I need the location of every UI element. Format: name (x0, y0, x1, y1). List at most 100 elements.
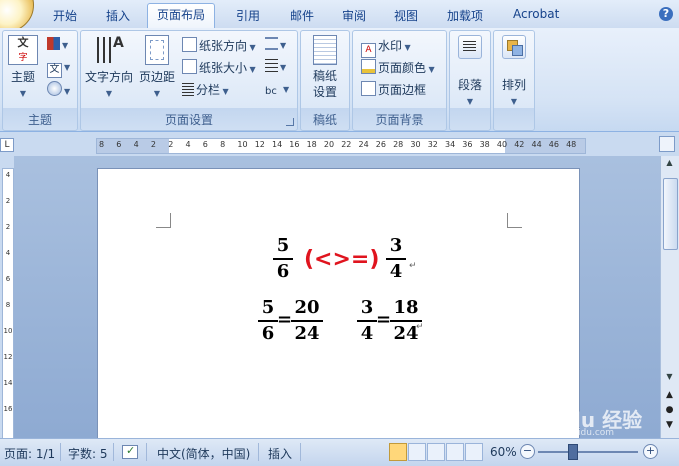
arrange-button[interactable]: 排列 ▼ (496, 35, 532, 107)
document-page[interactable]: 5 6 (<>=) 3 4 ↵ 5 6 = 20 24 3 4 = 18 24 … (97, 168, 580, 450)
word-count[interactable]: 字数: 5 (68, 445, 108, 462)
proofing-icon[interactable]: ✓ (122, 444, 138, 462)
vertical-ruler-tick-label: 6 (5, 275, 11, 283)
margins-label: 页边距 (138, 70, 175, 84)
themes-button[interactable]: 文字 主题 ▼ (6, 35, 40, 99)
page-color-label: 页面颜色 (378, 61, 427, 75)
theme-group: 文字 主题 ▼ ▼ 文 ▼ ▼ 主题 (2, 30, 78, 131)
margins-button[interactable]: 页边距 ▼ (137, 35, 177, 99)
orientation-icon (182, 37, 197, 52)
view-ruler-icon[interactable] (659, 136, 675, 152)
full-screen-reading-view-button[interactable] (408, 443, 426, 461)
fraction-b: 20 24 (291, 297, 323, 345)
tab-references[interactable]: 引用 (236, 7, 260, 24)
tab-page-layout[interactable]: 页面布局 (147, 3, 216, 29)
breaks-icon (265, 37, 278, 50)
text-direction-button[interactable]: A 文字方向 ▼ (83, 35, 135, 99)
hyphenation-button[interactable]: bc ▼ (265, 81, 289, 98)
tab-home[interactable]: 开始 (53, 7, 77, 24)
tab-acrobat[interactable]: Acrobat (513, 7, 559, 21)
horizontal-ruler[interactable]: 8 6 4 2 2 4 6 8 10 12 14 16 18 20 22 24 26 28 30 32 34 36 38 40… (96, 138, 586, 154)
page-background-group: A 水印 ▼ 页面颜色 ▼ 页面边框 页面背景 (352, 30, 447, 131)
tab-addins[interactable]: 加载项 (447, 7, 483, 24)
vertical-ruler-tick-label: 16 (3, 405, 13, 413)
zoom-level[interactable]: 60% (490, 445, 517, 459)
draft-setup-button[interactable]: 稿纸设置 (303, 35, 347, 100)
ruler-tick-label: 36 (462, 140, 473, 149)
ribbon: 文字 主题 ▼ ▼ 文 ▼ ▼ 主题 A 文字方向 ▼ 页边距 ▼ 纸张方向 ▼… (0, 28, 679, 132)
ribbon-tab-bar: 开始 插入 页面布局 引用 邮件 审阅 视图 加载项 Acrobat ? (0, 0, 679, 32)
watermark-button[interactable]: A 水印 ▼ (361, 37, 411, 58)
effects-circle-icon (47, 81, 62, 96)
scroll-up-icon[interactable]: ▲ (663, 158, 676, 171)
ruler-tick-label: 14 (272, 140, 283, 149)
page-color-button[interactable]: 页面颜色 ▼ (361, 59, 435, 76)
equals-sign: = (277, 309, 293, 330)
ruler-tick-label: 10 (237, 140, 248, 149)
theme-colors-button[interactable]: ▼ (47, 37, 68, 51)
page-setup-group-label: 页面设置 (164, 113, 213, 127)
paragraph-mark: ↵ (416, 322, 424, 332)
paragraph-group: 段落 ▼ (449, 30, 491, 131)
chevron-down-icon: ▼ (510, 97, 518, 106)
zoom-slider[interactable] (538, 451, 638, 453)
ruler-tick-label: 20 (323, 140, 335, 149)
insert-mode[interactable]: 插入 (268, 445, 292, 462)
tab-review[interactable]: 审阅 (342, 7, 366, 24)
numerator: 3 (360, 297, 374, 318)
help-icon[interactable]: ? (659, 7, 673, 21)
tab-view[interactable]: 视图 (394, 7, 418, 24)
theme-effects-button[interactable]: ▼ (47, 81, 70, 97)
font-a-icon: 文 (47, 63, 62, 78)
vertical-ruler-tick-label: 12 (3, 353, 13, 361)
theme-fonts-button[interactable]: 文 ▼ (47, 59, 70, 78)
web-layout-view-button[interactable] (427, 443, 445, 461)
previous-page-icon[interactable]: ▲ (663, 390, 676, 403)
scroll-thumb[interactable] (663, 178, 678, 250)
orientation-button[interactable]: 纸张方向 ▼ (182, 37, 256, 54)
color-palette-icon (47, 37, 60, 50)
paragraph-button[interactable]: 段落 ▼ (452, 35, 488, 107)
vertical-scrollbar[interactable]: ▲ ▼ ▲ ● ▼ (660, 156, 679, 438)
zoom-slider-thumb[interactable] (568, 444, 578, 460)
paper-size-button[interactable]: 纸张大小 ▼ (182, 59, 256, 76)
vertical-ruler-tick-label: 4 (5, 171, 11, 179)
ruler-tick-label: 4 (133, 140, 139, 149)
ruler-tick-label: 26 (375, 140, 386, 149)
dialog-launcher-icon[interactable] (286, 118, 294, 126)
vertical-ruler[interactable]: 4 2 2 4 6 8 10 12 14 16 (2, 168, 14, 440)
paragraph-mark: ↵ (409, 261, 417, 271)
tab-selector[interactable]: L (0, 138, 14, 152)
next-page-icon[interactable]: ▼ (663, 420, 676, 433)
draft-view-button[interactable] (465, 443, 483, 461)
page-count[interactable]: 页面: 1/1 (4, 445, 55, 462)
columns-button[interactable]: 分栏 ▼ (182, 81, 229, 98)
status-bar: 页面: 1/1 字数: 5 ✓ 中文(简体，中国) 插入 60% − + (0, 438, 679, 466)
ruler-tick-label: 18 (306, 140, 317, 149)
denominator: 4 (389, 261, 403, 282)
draft-group: 稿纸设置 稿纸 (300, 30, 350, 131)
ruler-tick-label: 42 (514, 140, 525, 149)
ruler-tick-label: 48 (566, 140, 577, 149)
tab-insert[interactable]: 插入 (106, 7, 130, 24)
ruler-tick-label: 32 (427, 140, 438, 149)
ruler-tick-label: 6 (202, 140, 208, 149)
ruler-tick-label: 38 (479, 140, 490, 149)
page-borders-button[interactable]: 页面边框 (361, 81, 426, 98)
line-numbers-button[interactable]: ▼ (265, 59, 286, 73)
print-layout-view-button[interactable] (389, 443, 407, 461)
language-indicator[interactable]: 中文(简体，中国) (157, 445, 250, 462)
zoom-in-button[interactable]: + (643, 444, 658, 459)
numerator: 3 (389, 235, 403, 256)
ruler-tick-label: 2 (150, 140, 156, 149)
zoom-out-button[interactable]: − (520, 444, 535, 459)
scroll-down-icon[interactable]: ▼ (663, 372, 676, 385)
tab-mailings[interactable]: 邮件 (290, 7, 314, 24)
outline-view-button[interactable] (446, 443, 464, 461)
browse-object-icon[interactable]: ● (663, 405, 676, 418)
breaks-button[interactable]: ▼ (265, 37, 286, 51)
denominator: 24 (294, 323, 320, 344)
ruler-tick-label: 46 (548, 140, 559, 149)
chevron-down-icon: ▼ (105, 89, 113, 98)
ruler-tick-label: 6 (116, 140, 122, 149)
